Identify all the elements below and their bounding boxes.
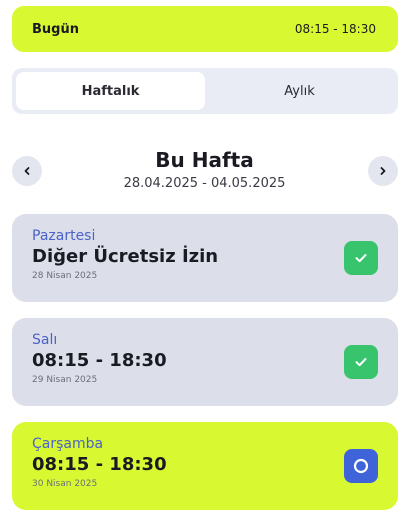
week-title: Bu Hafta (155, 148, 254, 172)
day-value: Diğer Ücretsiz İzin (32, 246, 219, 267)
today-summary-bar[interactable]: Bugün 08:15 - 18:30 (12, 6, 398, 52)
day-value: 08:15 - 18:30 (32, 350, 167, 371)
completed-status-badge (344, 345, 378, 379)
pending-status-badge (344, 449, 378, 483)
circle-icon (353, 458, 369, 474)
day-card-wednesday[interactable]: Çarşamba 08:15 - 18:30 30 Nisan 2025 (12, 422, 398, 510)
day-value: 08:15 - 18:30 (32, 454, 167, 475)
today-time: 08:15 - 18:30 (294, 22, 376, 36)
tab-monthly[interactable]: Aylık (205, 72, 394, 110)
check-icon (355, 358, 367, 367)
day-date: 30 Nisan 2025 (32, 479, 98, 489)
tab-weekly[interactable]: Haftalık (16, 72, 205, 110)
chevron-right-icon (380, 167, 386, 175)
today-label: Bugün (32, 21, 79, 37)
day-date: 28 Nisan 2025 (32, 271, 98, 281)
day-name: Salı (32, 332, 58, 348)
period-tabs: Haftalık Aylık (12, 68, 398, 114)
day-card-monday[interactable]: Pazartesi Diğer Ücretsiz İzin 28 Nisan 2… (12, 214, 398, 302)
day-name: Pazartesi (32, 228, 96, 244)
week-date-range: 28.04.2025 - 04.05.2025 (123, 176, 286, 191)
day-card-tuesday[interactable]: Salı 08:15 - 18:30 29 Nisan 2025 (12, 318, 398, 406)
next-week-button[interactable] (368, 156, 398, 186)
day-date: 29 Nisan 2025 (32, 375, 98, 385)
day-name: Çarşamba (32, 436, 104, 452)
check-icon (355, 254, 367, 263)
completed-status-badge (344, 241, 378, 275)
